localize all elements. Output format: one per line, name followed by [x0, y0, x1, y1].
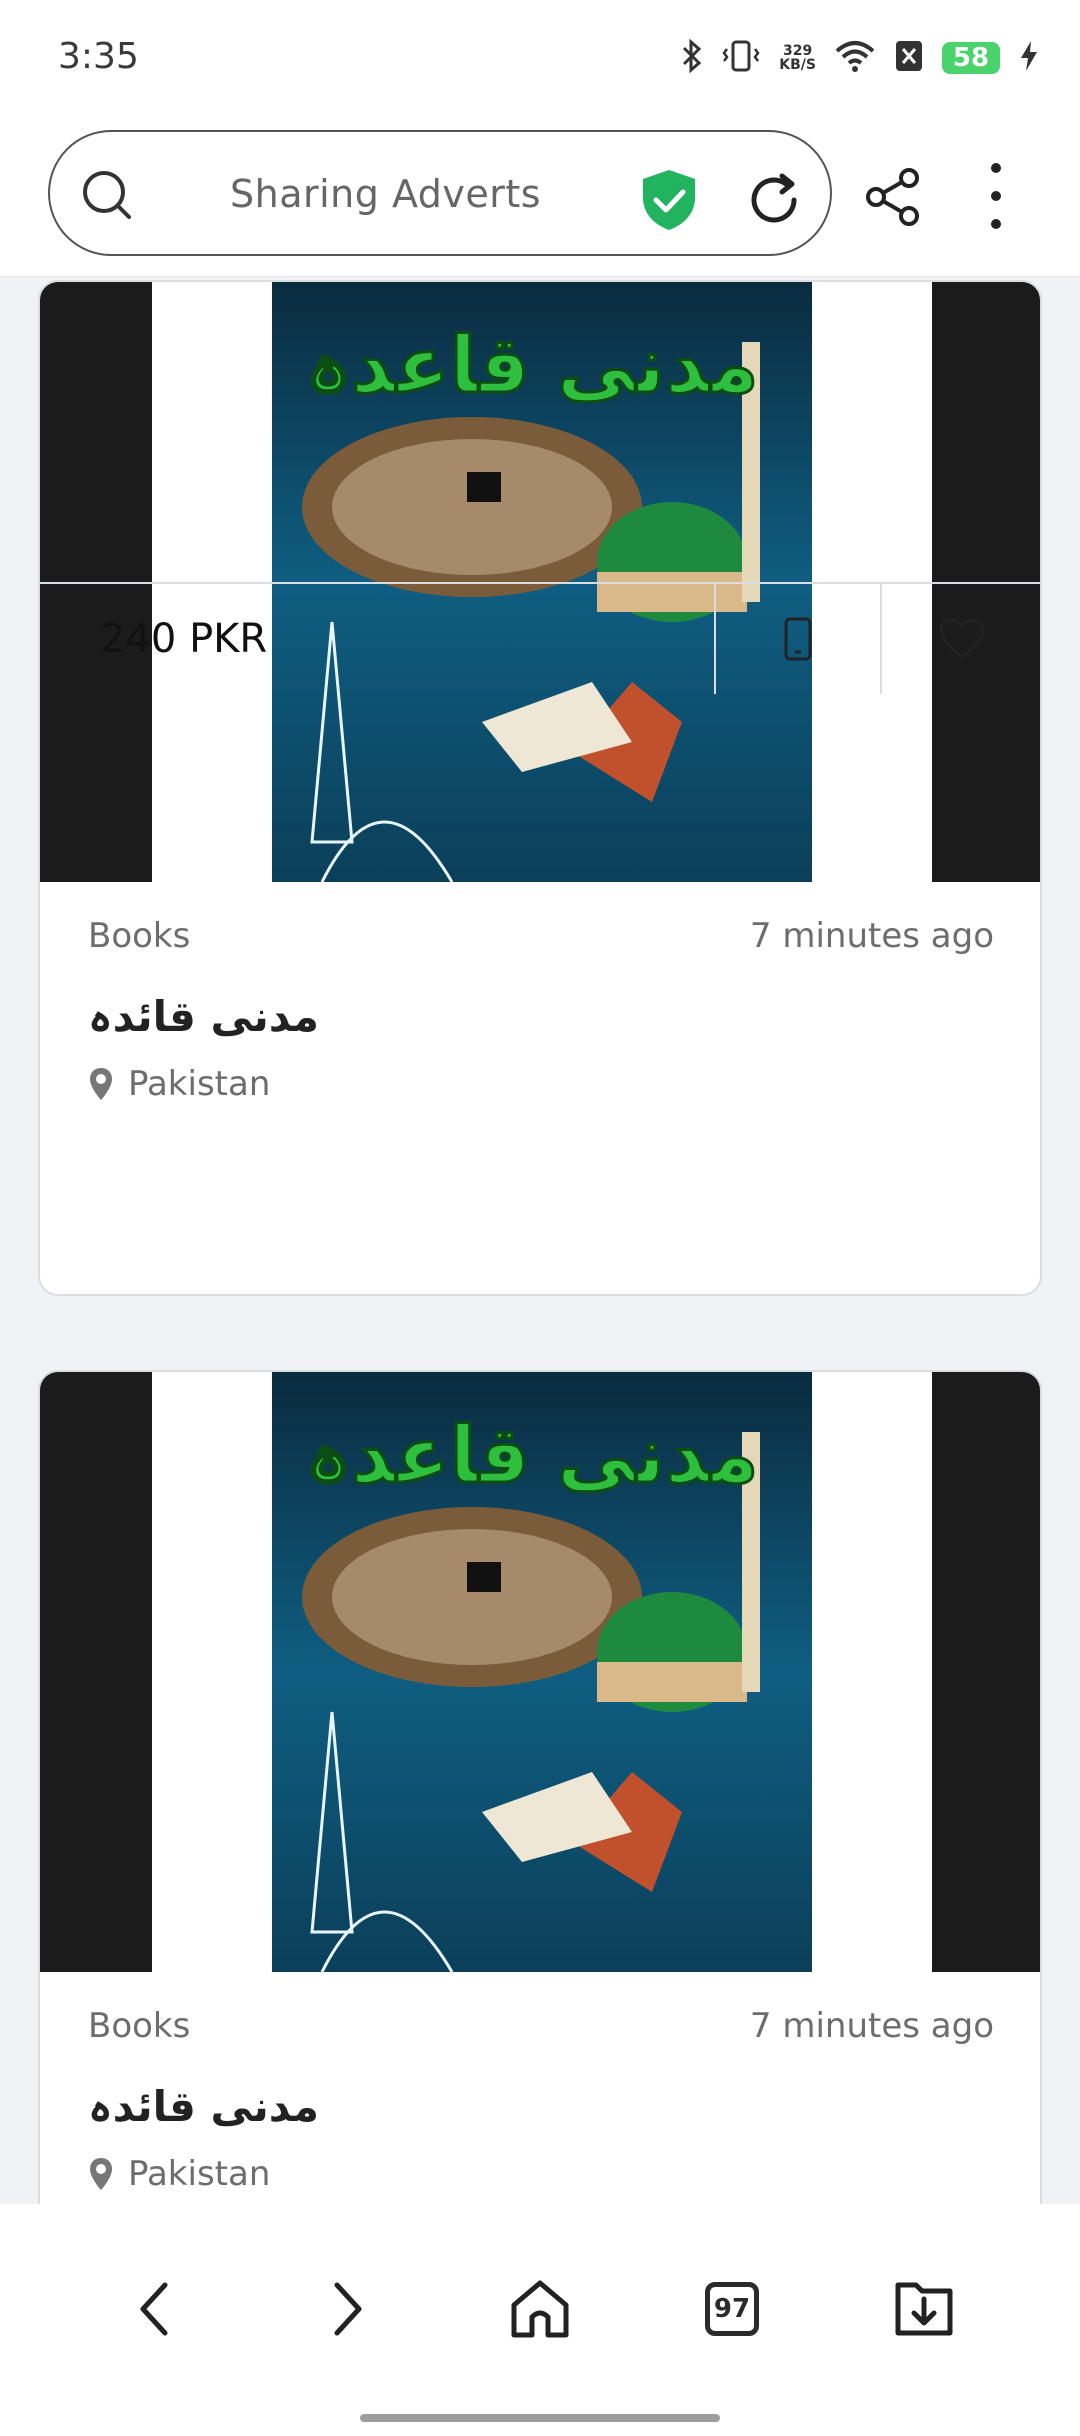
cover-title: مدنی قاعدہ	[305, 1411, 758, 1501]
listing-price: 240 PKR	[100, 616, 268, 662]
listing-category: Books	[88, 916, 191, 956]
shield-check-icon[interactable]	[640, 168, 698, 232]
location-text: Pakistan	[128, 1064, 271, 1104]
status-bar: 3:35 329 KB/S 58	[0, 0, 1080, 118]
reload-icon[interactable]	[742, 168, 806, 232]
address-bar[interactable]: Sharing Adverts	[48, 130, 832, 256]
download-icon	[895, 2282, 953, 2336]
cover-title: مدنی قاعدہ	[305, 321, 758, 411]
call-button[interactable]	[716, 584, 880, 694]
location-text: Pakistan	[128, 2154, 271, 2194]
vibrate-icon	[721, 39, 761, 78]
listing-location: Pakistan	[88, 2154, 270, 2194]
chevron-left-icon	[140, 2282, 168, 2336]
listing-details: Books 7 minutes ago مدنی قائدہ Pakistan	[40, 882, 1040, 1182]
browser-bottom-nav: 97	[0, 2204, 1080, 2436]
chevron-right-icon	[334, 2282, 362, 2336]
listing-time: 7 minutes ago	[749, 2006, 994, 2046]
listing-title[interactable]: مدنی قائدہ	[88, 2082, 319, 2131]
tab-count: 97	[705, 2282, 759, 2336]
network-speed-unit: KB/S	[779, 57, 816, 73]
tabs-button[interactable]: 97	[697, 2274, 767, 2344]
search-icon[interactable]	[80, 168, 132, 220]
more-options-icon[interactable]	[976, 158, 1016, 234]
forward-button[interactable]	[312, 2274, 382, 2344]
share-icon[interactable]	[862, 166, 924, 228]
listing-footer: 240 PKR	[40, 582, 1040, 694]
charging-icon	[1018, 39, 1040, 78]
battery-indicator: 58	[942, 42, 1000, 74]
listing-card[interactable]: مدنی قاعدہ Books 7 minutes ago مدنی قائد…	[38, 1370, 1042, 2270]
listing-category: Books	[88, 2006, 191, 2046]
home-indicator	[360, 2414, 720, 2422]
url-text[interactable]: Sharing Adverts	[230, 172, 541, 216]
location-pin-icon	[90, 2158, 112, 2190]
listing-image[interactable]: مدنی قاعدہ	[40, 1372, 1040, 1972]
listing-time: 7 minutes ago	[749, 916, 994, 956]
no-sim-icon	[894, 39, 924, 78]
downloads-button[interactable]	[889, 2274, 959, 2344]
phone-icon	[784, 617, 812, 661]
favorite-button[interactable]	[882, 584, 1040, 694]
status-time: 3:35	[58, 36, 139, 77]
heart-icon	[939, 618, 985, 659]
listing-location: Pakistan	[88, 1064, 270, 1104]
status-icons: 329 KB/S 58	[681, 34, 1040, 82]
browser-toolbar: Sharing Adverts	[0, 118, 1080, 277]
back-button[interactable]	[120, 2274, 190, 2344]
network-speed-value: 329	[783, 43, 813, 59]
location-pin-icon	[90, 1068, 112, 1100]
listing-title[interactable]: مدنی قائدہ	[88, 992, 319, 1041]
home-icon	[511, 2280, 569, 2338]
listing-card[interactable]: مدنی قاعدہ Books 7 minutes ago مدنی قائد…	[38, 280, 1042, 1296]
home-button[interactable]	[505, 2274, 575, 2344]
network-speed: 329 KB/S	[779, 44, 816, 72]
book-cover-image: مدنی قاعدہ	[272, 1372, 812, 1972]
bluetooth-icon	[681, 38, 703, 78]
wifi-icon	[834, 39, 876, 78]
